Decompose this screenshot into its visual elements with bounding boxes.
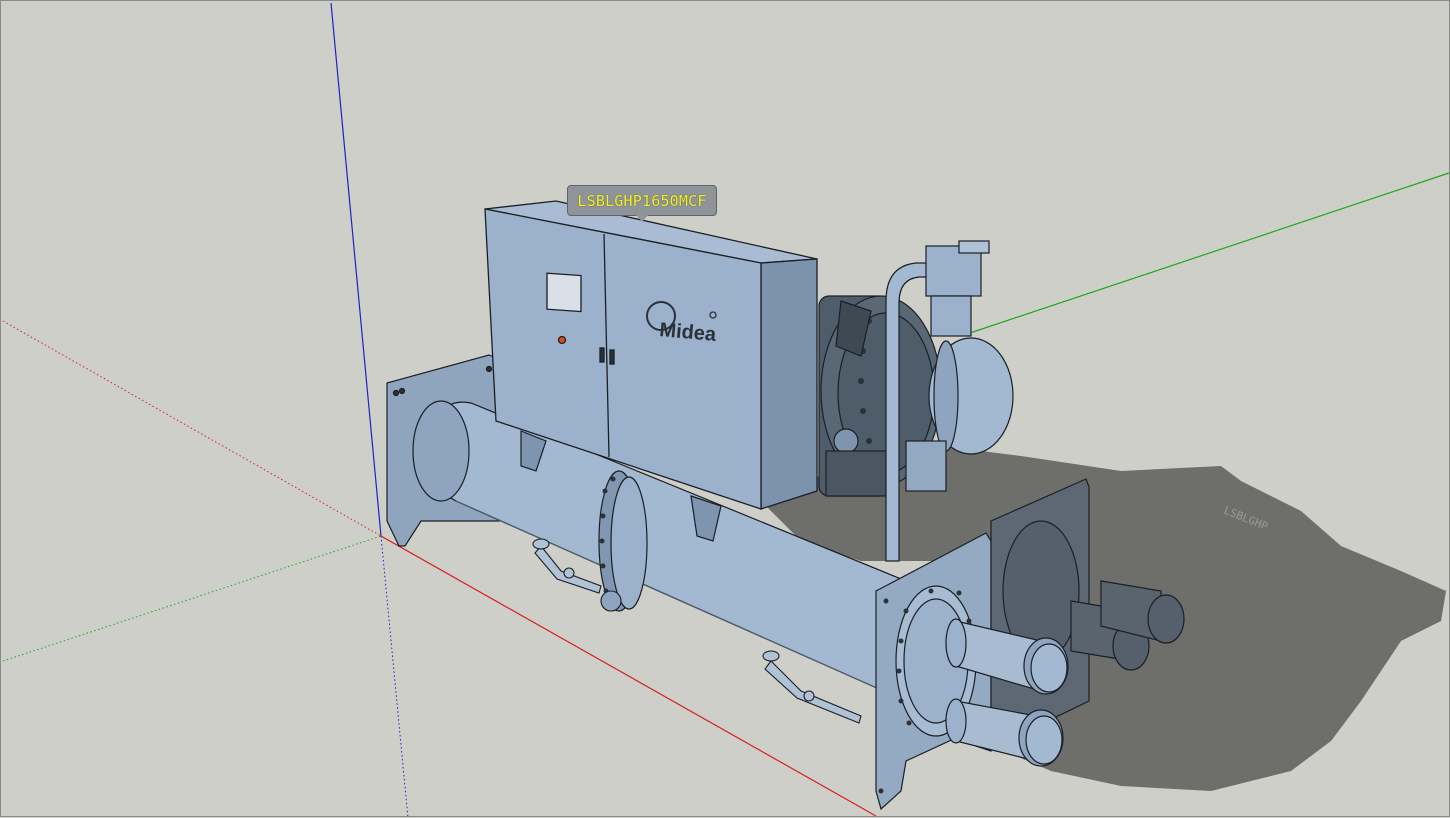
component-tag-text: LSBLGHP1650MCF xyxy=(577,192,707,210)
scene-canvas[interactable]: LSBLGHP Midea xyxy=(1,1,1450,818)
tag-pointer xyxy=(636,215,648,222)
green-axis-negative xyxy=(2,535,382,662)
component-tag-label[interactable]: LSBLGHP1650MCF xyxy=(567,185,717,222)
blue-axis-negative xyxy=(380,535,409,818)
blue-axis xyxy=(330,2,382,537)
model-viewport[interactable]: LSBLGHP Midea LSBLGHP1650MCF xyxy=(0,0,1450,818)
door-handle-right xyxy=(609,349,615,365)
indicator-light xyxy=(557,335,567,345)
red-axis-negative xyxy=(2,320,382,537)
green-axis xyxy=(960,172,1450,337)
door-handle-left xyxy=(599,347,605,363)
display-screen xyxy=(546,272,582,313)
